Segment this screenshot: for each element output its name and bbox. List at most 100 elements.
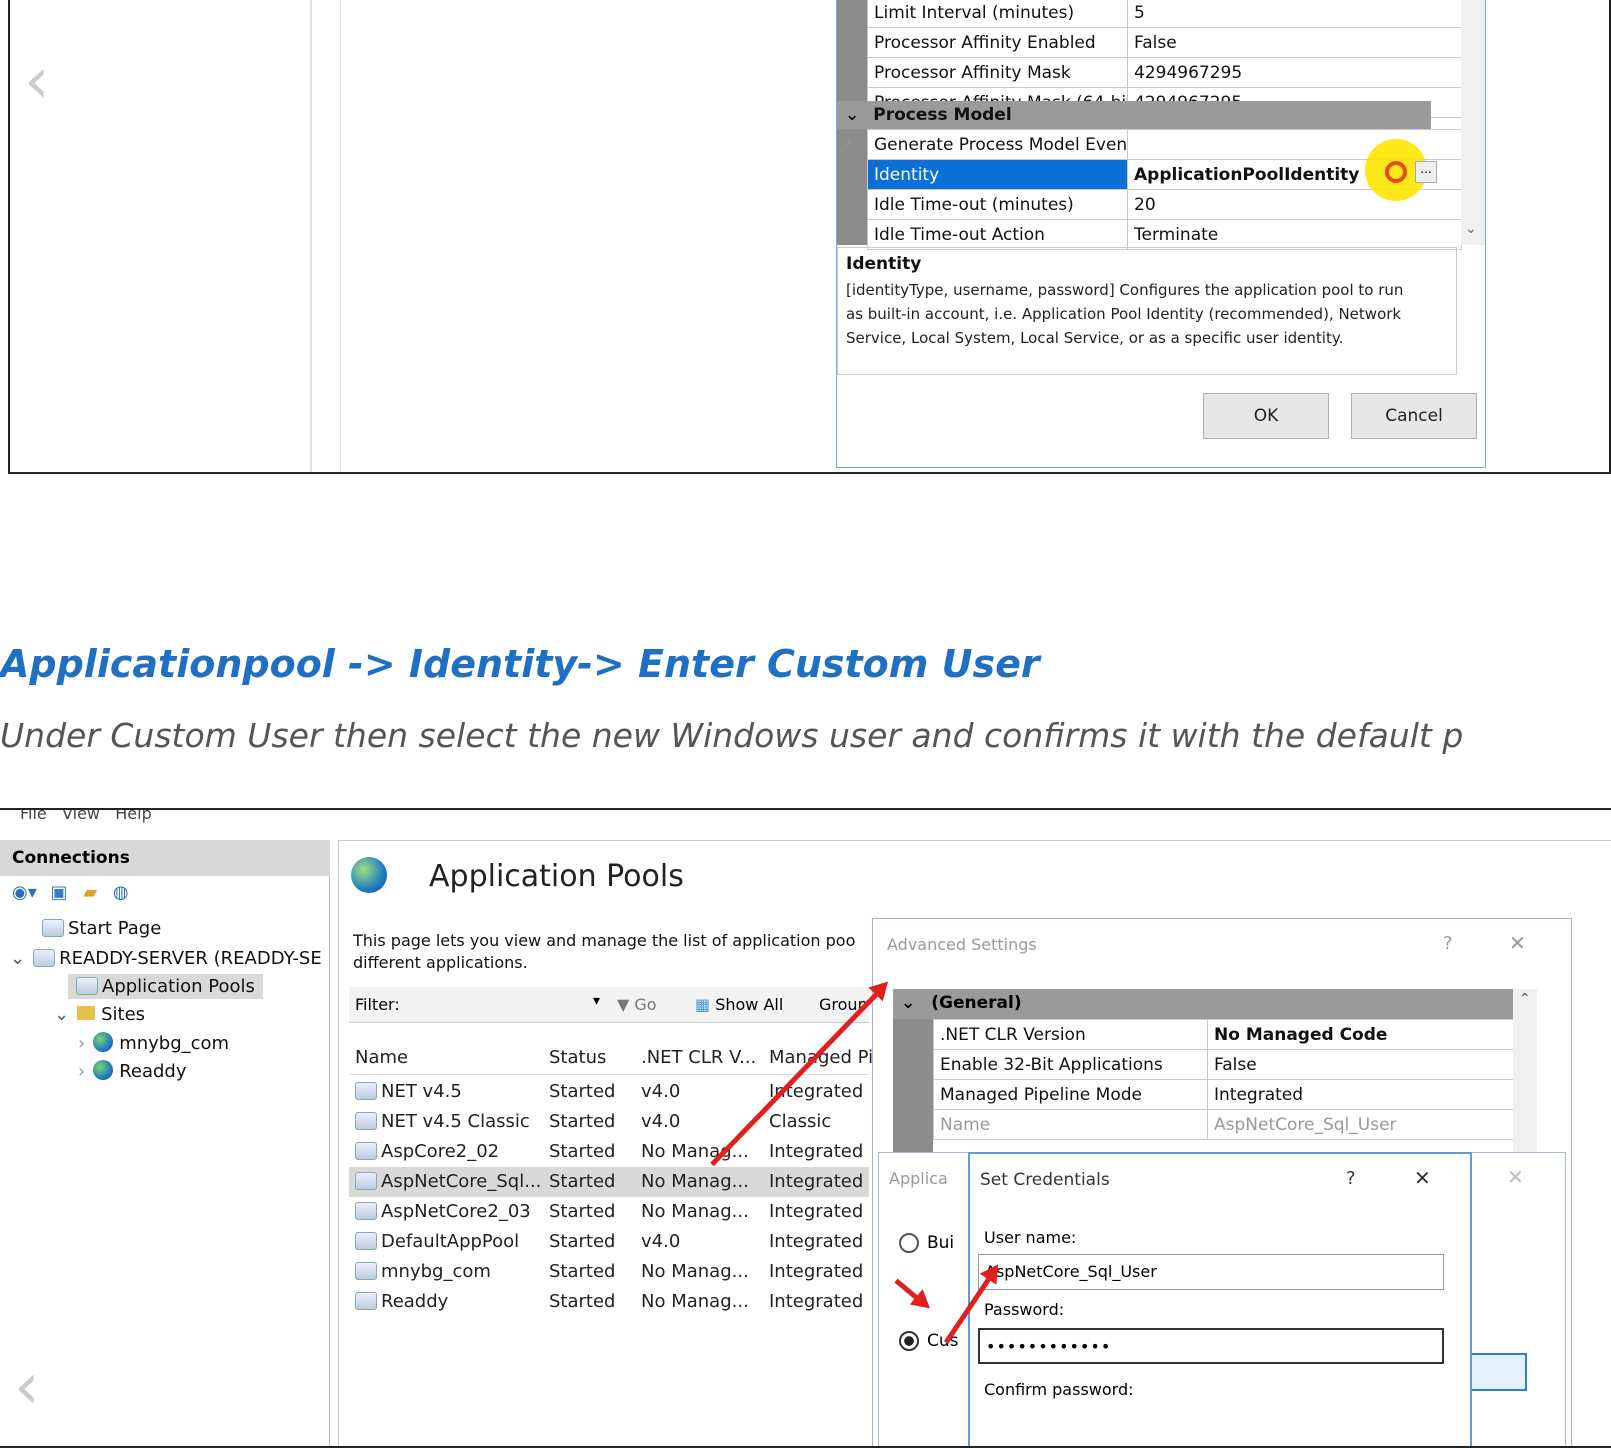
grid-row[interactable]: Managed Pipeline Mode Integrated	[933, 1079, 1514, 1110]
grid-row[interactable]: Limit Interval (minutes) 5	[867, 0, 1462, 28]
globe-icon[interactable]: ◍	[113, 882, 129, 903]
app-pool-icon	[355, 1262, 377, 1280]
tree-label: Start Page	[68, 918, 162, 939]
tree-label: Sites	[101, 1004, 146, 1025]
folder-icon[interactable]: ▰	[83, 882, 97, 903]
table-row[interactable]: DefaultAppPool Started v4.0 Integrated	[349, 1227, 869, 1257]
section-label: Process Model	[873, 105, 1012, 125]
table-cell: Started	[549, 1141, 616, 1162]
filter-dropdown-icon[interactable]: ▾	[593, 993, 600, 1009]
builtin-radio[interactable]	[899, 1233, 919, 1253]
table-row[interactable]: Readdy Started No Manag... Integrated	[349, 1287, 869, 1317]
scroll-down-icon[interactable]: ⌄	[1465, 221, 1477, 237]
grid-row[interactable]: Enable 32-Bit Applications False	[933, 1049, 1514, 1080]
chevron-down-icon: ⌄	[845, 105, 860, 125]
scroll-up-icon[interactable]: ⌃	[1519, 991, 1531, 1007]
chevron-down-icon: ⌄	[901, 993, 916, 1013]
section-header-process-model[interactable]: ⌄ Process Model	[837, 101, 1431, 129]
globe-icon	[93, 1060, 114, 1080]
table-cell: Started	[549, 1261, 616, 1282]
table-row[interactable]: AspNetCore_Sql... Started No Manag... Integ…	[349, 1167, 869, 1197]
tree-item-start-page[interactable]: Start Page	[42, 918, 161, 939]
close-icon[interactable]: ✕	[1509, 931, 1526, 955]
set-credentials-dialog: Set Credentials ? ✕ User name: AspNetCor…	[968, 1152, 1472, 1446]
save-icon[interactable]: ▣	[50, 882, 67, 903]
app-pool-icon	[355, 1112, 377, 1130]
property-value: AspNetCore_Sql_User	[1207, 1109, 1514, 1140]
pool-name: NET v4.5 Classic	[355, 1111, 530, 1132]
column-header[interactable]: Name	[355, 1047, 408, 1068]
username-input[interactable]: AspNetCore_Sql_User	[978, 1254, 1444, 1290]
tree-item-site[interactable]: › Readdy	[78, 1060, 187, 1082]
chevron-down-icon[interactable]: ⌄	[10, 948, 25, 969]
section-heading: Applicationpool -> Identity-> Enter Cust…	[0, 642, 1040, 686]
pool-name-label: NET v4.5 Classic	[381, 1111, 530, 1132]
menu-bar[interactable]: File View Help	[20, 810, 152, 823]
grid-row[interactable]: Processor Affinity Enabled False	[867, 27, 1462, 58]
go-button[interactable]: ▼ Go	[617, 995, 657, 1014]
section-header-general[interactable]: ⌄ (General)	[893, 989, 1513, 1019]
table-cell: Integrated	[769, 1261, 864, 1282]
column-header[interactable]: Status	[549, 1047, 606, 1068]
help-icon[interactable]: ?	[1346, 1168, 1356, 1189]
start-page-icon	[42, 919, 64, 937]
pool-name: mnybg_com	[355, 1261, 491, 1282]
close-icon[interactable]: ✕	[1414, 1166, 1431, 1190]
password-input[interactable]: ••••••••••••	[978, 1328, 1444, 1364]
app-pool-icon	[355, 1142, 377, 1160]
back-chevron-icon[interactable]: ‹	[14, 1350, 40, 1424]
cancel-button[interactable]: Cancel	[1351, 393, 1477, 439]
grid-row[interactable]: Idle Time-out (minutes) 20	[867, 189, 1462, 220]
table-row[interactable]: AspCore2_02 Started No Manag... Integrated	[349, 1137, 869, 1167]
column-header[interactable]: .NET CLR V...	[641, 1047, 756, 1068]
help-icon[interactable]: ?	[1443, 933, 1453, 954]
property-value: 5	[1127, 0, 1462, 28]
pool-name-label: AspNetCore2_03	[381, 1201, 531, 1222]
scrollbar[interactable]	[1461, 0, 1485, 245]
property-value: Integrated	[1207, 1079, 1514, 1110]
table-cell: Started	[549, 1201, 616, 1222]
tree-item-site[interactable]: › mnybg_com	[78, 1032, 229, 1054]
grid-row[interactable]: Idle Time-out Action Terminate	[867, 219, 1462, 250]
show-all-button[interactable]: ▦ Show All	[695, 995, 783, 1014]
show-all-icon: ▦	[695, 995, 716, 1014]
tree-item-application-pools[interactable]: Application Pools	[68, 974, 263, 999]
app-pool-icon	[355, 1082, 377, 1100]
dialog-title: Advanced Settings	[887, 935, 1037, 954]
tree-item-server[interactable]: ⌄ READDY-SERVER (READDY-SE	[10, 948, 322, 969]
page-description: This page lets you view and manage the l…	[353, 931, 856, 950]
grid-row[interactable]: Name AspNetCore_Sql_User	[933, 1109, 1514, 1140]
grid-row[interactable]: Processor Affinity Mask 4294967295	[867, 57, 1462, 88]
chevron-down-icon[interactable]: ⌄	[54, 1004, 69, 1025]
globe-icon	[93, 1032, 114, 1052]
custom-radio[interactable]	[899, 1331, 919, 1351]
advanced-settings-dialog: Limit Interval (minutes) 5 Processor Affi…	[836, 0, 1486, 468]
table-cell: v4.0	[641, 1231, 681, 1252]
dialog-title: Set Credentials	[980, 1170, 1110, 1190]
password-label: Password:	[984, 1300, 1065, 1319]
description-text: Service, Local System, Local Service, or…	[846, 329, 1344, 347]
close-icon[interactable]: ✕	[1507, 1165, 1524, 1189]
pools-table: NET v4.5 Started v4.0 Integrated NET v4.5 Cl…	[349, 1077, 869, 1337]
chevron-right-icon[interactable]: ›	[78, 1033, 85, 1054]
expand-chevron-icon[interactable]: ›	[845, 133, 851, 152]
tree-item-sites[interactable]: ⌄ Sites	[54, 1004, 145, 1025]
ok-button[interactable]: OK	[1203, 393, 1329, 439]
chevron-right-icon[interactable]: ›	[78, 1061, 85, 1082]
table-cell: No Manag...	[641, 1201, 749, 1222]
table-cell: Started	[549, 1081, 616, 1102]
table-cell: v4.0	[641, 1111, 681, 1132]
table-cell: Integrated	[769, 1171, 864, 1192]
table-row[interactable]: AspNetCore2_03 Started No Manag... Integrat…	[349, 1197, 869, 1227]
description-box: Identity [identityType, username, passwo…	[837, 247, 1457, 375]
back-chevron-icon[interactable]: ‹	[24, 46, 64, 116]
ellipsis-button[interactable]: ...	[1415, 161, 1437, 183]
pool-name-label: mnybg_com	[381, 1261, 491, 1282]
table-row[interactable]: NET v4.5 Classic Started v4.0 Classic	[349, 1107, 869, 1137]
grid-row[interactable]: .NET CLR Version No Managed Code	[933, 1019, 1514, 1050]
description-title: Identity	[846, 254, 922, 274]
connect-icon[interactable]: ◉▾	[12, 882, 37, 903]
builtin-label: Bui	[927, 1233, 955, 1253]
go-label: Go	[634, 995, 657, 1014]
table-row[interactable]: mnybg_com Started No Manag... Integrated	[349, 1257, 869, 1287]
